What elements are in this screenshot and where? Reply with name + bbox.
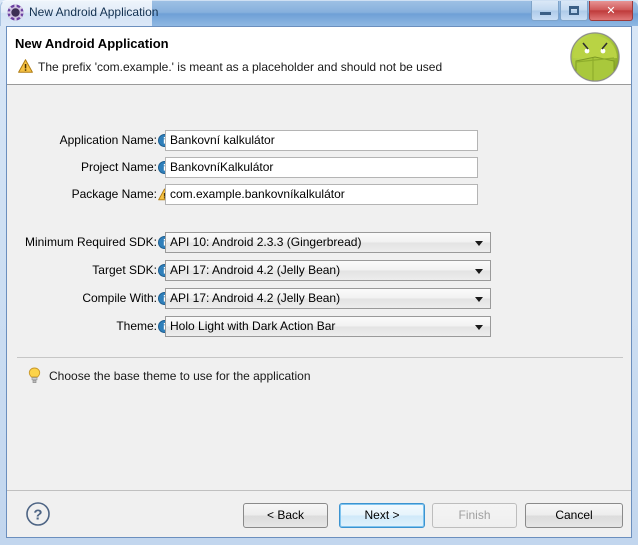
title-bar: New Android Application ✕: [0, 0, 638, 26]
label-minimum-sdk: Minimum Required SDK:: [24, 235, 157, 249]
dialog-window: New Android Application ✕ New Android Ap…: [0, 0, 638, 545]
input-package-name[interactable]: com.example.bankovníkalkulátor: [165, 184, 478, 205]
combo-theme[interactable]: Holo Light with Dark Action Bar: [165, 316, 491, 337]
label-application-name: Application Name:: [59, 133, 157, 147]
field-row-minimum-sdk: Minimum Required SDK: API 10: Android 2.…: [7, 232, 631, 254]
header-message: The prefix 'com.example.' is meant as a …: [38, 60, 443, 74]
field-row-package-name: Package Name: com.example.bankovníkalkul…: [7, 184, 631, 206]
window-controls: ✕: [531, 1, 633, 22]
dialog-body: New Android Application The prefix 'com.…: [6, 26, 632, 538]
combo-target-sdk[interactable]: API 17: Android 4.2 (Jelly Bean): [165, 260, 491, 281]
label-theme: Theme:: [116, 319, 157, 333]
field-row-target-sdk: Target SDK: API 17: Android 4.2 (Jelly B…: [7, 260, 631, 282]
chevron-down-icon: [475, 325, 483, 330]
android-wizard-icon: [7, 4, 24, 21]
chevron-down-icon: [475, 269, 483, 274]
warning-icon: [18, 59, 33, 76]
combo-theme-value: Holo Light with Dark Action Bar: [170, 319, 336, 333]
android-robot-icon: [569, 31, 621, 83]
window-title: New Android Application: [29, 5, 159, 19]
chevron-down-icon: [475, 297, 483, 302]
field-row-theme: Theme: Holo Light with Dark Action Bar: [7, 316, 631, 338]
label-target-sdk: Target SDK:: [92, 263, 157, 277]
button-bar-separator: [7, 490, 631, 491]
input-project-name[interactable]: BankovníKalkulátor: [165, 157, 478, 178]
label-compile-with: Compile With:: [82, 291, 157, 305]
cancel-button[interactable]: Cancel: [525, 503, 623, 528]
maximize-button[interactable]: [560, 1, 588, 21]
input-application-name[interactable]: Bankovní kalkulátor: [165, 130, 478, 151]
minimize-icon: [539, 12, 551, 15]
hint-text: Choose the base theme to use for the app…: [49, 369, 311, 383]
chevron-down-icon: [475, 241, 483, 246]
combo-compile-with-value: API 17: Android 4.2 (Jelly Bean): [170, 291, 341, 305]
maximize-icon: [569, 6, 579, 15]
label-project-name: Project Name:: [80, 160, 157, 174]
combo-compile-with[interactable]: API 17: Android 4.2 (Jelly Bean): [165, 288, 491, 309]
combo-minimum-sdk[interactable]: API 10: Android 2.3.3 (Gingerbread): [165, 232, 491, 253]
page-title: New Android Application: [15, 36, 169, 51]
help-icon[interactable]: ?: [25, 501, 51, 527]
svg-text:?: ?: [33, 507, 42, 524]
lightbulb-icon: [27, 367, 42, 384]
close-button[interactable]: ✕: [589, 1, 633, 21]
dialog-header: New Android Application The prefix 'com.…: [7, 27, 631, 85]
field-row-compile-with: Compile With: API 17: Android 4.2 (Jelly…: [7, 288, 631, 310]
next-button[interactable]: Next >: [339, 503, 425, 528]
combo-minimum-sdk-value: API 10: Android 2.3.3 (Gingerbread): [170, 235, 362, 249]
minimize-button[interactable]: [531, 1, 559, 21]
back-button[interactable]: < Back: [243, 503, 328, 528]
close-icon: ✕: [606, 5, 616, 17]
combo-target-sdk-value: API 17: Android 4.2 (Jelly Bean): [170, 263, 341, 277]
finish-button: Finish: [432, 503, 517, 528]
form-area: Application Name: Bankovní kalkulátor Pr…: [7, 86, 631, 350]
label-package-name: Package Name:: [71, 187, 157, 201]
hint-separator: [17, 357, 623, 358]
field-row-application-name: Application Name: Bankovní kalkulátor: [7, 130, 631, 152]
field-row-project-name: Project Name: BankovníKalkulátor: [7, 157, 631, 179]
